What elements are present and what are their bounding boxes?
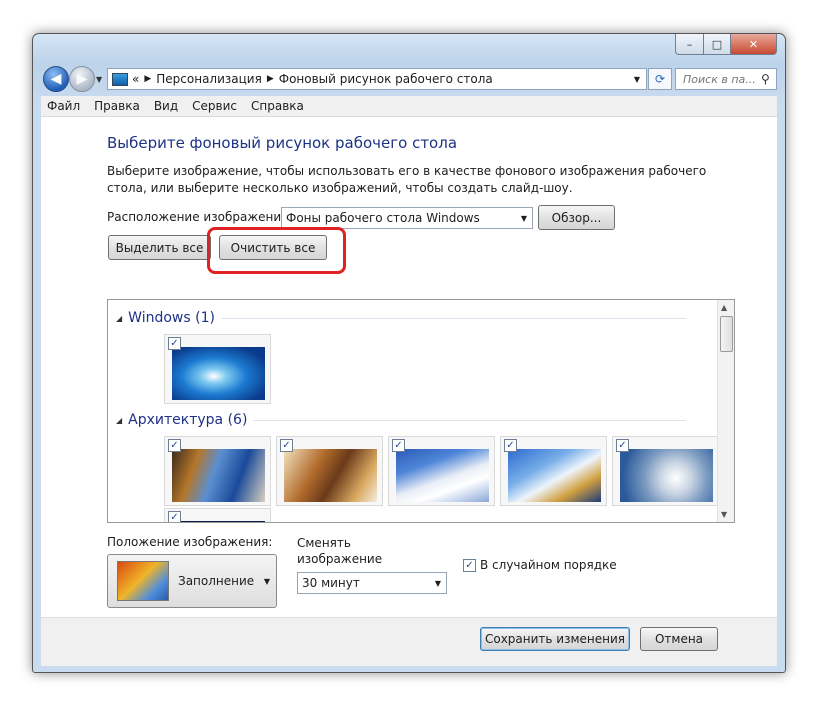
search-input[interactable] [681,71,761,87]
maximize-button[interactable]: □ [704,34,731,55]
content-area: Выберите фоновый рисунок рабочего стола … [41,117,777,617]
menu-help[interactable]: Справка [251,99,304,113]
breadcrumb-chevrons[interactable]: « [132,72,139,86]
thumbnail-checkbox[interactable]: ✓ [616,439,629,452]
group-divider [253,419,686,421]
group-header-windows[interactable]: ◢ Windows (1) [116,310,686,326]
title-buttons: – □ ✕ [675,34,777,55]
minimize-button[interactable]: – [675,34,704,55]
architecture-image [620,449,713,502]
architecture-image [508,449,601,502]
address-bar[interactable]: « ▶ Персонализация ▶ Фоновый рисунок раб… [107,68,647,90]
select-all-button[interactable]: Выделить все [108,235,211,260]
scroll-up-icon[interactable]: ▲ [721,303,727,312]
forward-button[interactable]: ▶ [69,66,95,92]
breadcrumb-separator-icon[interactable]: ▶ [267,74,274,84]
wallpaper-thumbnail[interactable]: ✓ [612,436,719,506]
picture-position-select[interactable]: Заполнение ▼ [107,554,277,608]
wallpaper-thumbnail[interactable]: ✓ [164,334,271,404]
thumbnail-checkbox[interactable]: ✓ [392,439,405,452]
thumbnail-checkbox[interactable]: ✓ [168,439,181,452]
flower-preview-image [117,561,169,601]
search-box[interactable]: ⚲ [675,68,777,90]
picture-location-label: Расположение изображения: [107,210,293,224]
navigation-bar: ◀ ▶ ▼ « ▶ Персонализация ▶ Фоновый рисун… [41,66,777,92]
thumbnail-checkbox[interactable]: ✓ [168,511,181,522]
group-divider [220,317,686,319]
wallpaper-thumbnail[interactable]: ✓ [164,508,271,522]
group-name: Архитектура (6) [128,412,248,428]
chevron-down-icon: ▼ [520,213,527,223]
thumbnail-checkbox[interactable]: ✓ [168,337,181,350]
chevron-down-icon: ▼ [434,578,441,588]
cancel-button[interactable]: Отмена [640,627,718,651]
breadcrumb-desktop-background[interactable]: Фоновый рисунок рабочего стола [279,72,493,86]
thumbnail-checkbox[interactable]: ✓ [280,439,293,452]
gallery-scrollbar[interactable]: ▲ ▼ [717,300,734,522]
close-button[interactable]: ✕ [731,34,777,55]
refresh-button[interactable]: ⟳ [648,68,672,90]
search-icon[interactable]: ⚲ [761,72,770,86]
picture-location-value: Фоны рабочего стола Windows [286,211,480,225]
windows-logo-image [172,347,265,400]
group-name: Windows (1) [128,310,215,326]
wallpaper-thumbnail[interactable]: ✓ [164,436,271,506]
architecture-image [284,449,377,502]
window: – □ ✕ ◀ ▶ ▼ « ▶ Персонализация ▶ Фоновый… [32,33,786,673]
refresh-icon: ⟳ [654,72,666,86]
page-title: Выберите фоновый рисунок рабочего стола [107,134,458,152]
shuffle-checkbox[interactable]: ✓ [463,558,476,572]
scroll-down-icon[interactable]: ▼ [721,510,727,519]
picture-position-value: Заполнение [178,574,255,588]
highlight-frame [207,227,346,274]
chevron-down-icon: ▼ [263,576,270,586]
menu-file[interactable]: Файл [47,99,80,113]
control-panel-icon [112,72,128,86]
back-button[interactable]: ◀ [43,66,69,92]
breadcrumb-personalization[interactable]: Персонализация [156,72,262,86]
menu-tools[interactable]: Сервис [192,99,237,113]
breadcrumb-separator-icon[interactable]: ▶ [144,74,151,84]
architecture-image [172,521,265,522]
browse-button[interactable]: Обзор... [538,205,615,230]
save-changes-button[interactable]: Сохранить изменения [480,627,630,651]
recent-pages-dropdown-icon[interactable]: ▼ [96,75,102,84]
architecture-image [396,449,489,502]
shuffle-option[interactable]: ✓ В случайном порядке [463,558,617,572]
architecture-image [172,449,265,502]
picture-position-label: Положение изображения: [107,535,273,549]
address-dropdown-icon[interactable]: ▼ [634,75,640,84]
change-interval-value: 30 минут [302,576,360,590]
wallpaper-thumbnail[interactable]: ✓ [276,436,383,506]
collapse-icon[interactable]: ◢ [116,416,122,425]
picture-location-select[interactable]: Фоны рабочего стола Windows ▼ [281,207,533,229]
menu-edit[interactable]: Правка [94,99,140,113]
group-header-architecture[interactable]: ◢ Архитектура (6) [116,412,686,428]
change-interval-select[interactable]: 30 минут ▼ [297,572,447,594]
collapse-icon[interactable]: ◢ [116,314,122,323]
thumbnail-checkbox[interactable]: ✓ [504,439,517,452]
footer: Сохранить изменения Отмена [41,617,777,666]
wallpaper-gallery: ◢ Windows (1) ✓ ◢ Архитектура (6) ✓ ✓ ✓ … [107,299,735,523]
scroll-thumb[interactable] [720,316,733,352]
menu-bar: Файл Правка Вид Сервис Справка [41,96,777,117]
page-description: Выберите изображение, чтобы использовать… [107,164,707,195]
menu-view[interactable]: Вид [154,99,178,113]
wallpaper-thumbnail[interactable]: ✓ [388,436,495,506]
wallpaper-thumbnail[interactable]: ✓ [500,436,607,506]
shuffle-label[interactable]: В случайном порядке [480,558,617,572]
